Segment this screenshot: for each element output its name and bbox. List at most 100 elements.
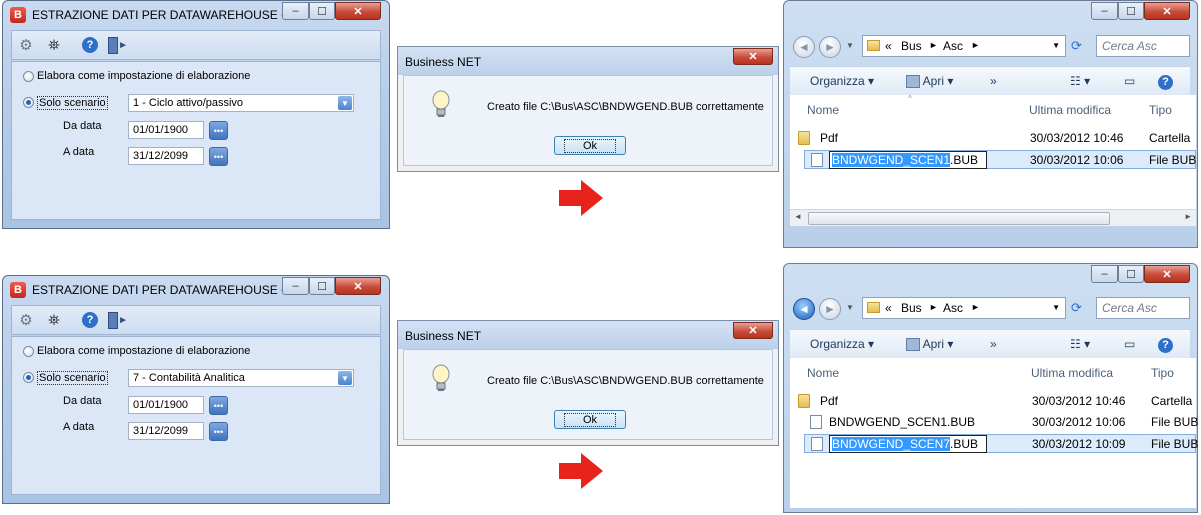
da-data-field[interactable]: 01/01/1900	[128, 396, 204, 414]
option-scenario-radio[interactable]	[23, 97, 34, 108]
column-header-name[interactable]: Nome	[807, 366, 839, 380]
refresh-icon[interactable]: ⟳	[1071, 38, 1082, 54]
help-icon[interactable]: ?	[1158, 74, 1173, 90]
list-item-selected[interactable]: BNDWGEND_SCEN1.BUB 30/03/2012 10:06 File…	[804, 150, 1196, 169]
search-input[interactable]: Cerca Asc	[1096, 35, 1190, 57]
minimize-button[interactable]: –	[1091, 2, 1118, 20]
close-button[interactable]: ✕	[733, 322, 773, 339]
path-overflow[interactable]: «	[885, 301, 892, 315]
scroll-right-icon[interactable]: ►	[1184, 212, 1192, 221]
maximize-button[interactable]: ☐	[1118, 2, 1144, 20]
help-icon[interactable]: ?	[1158, 337, 1173, 353]
help-icon[interactable]: ?	[80, 310, 100, 330]
a-data-field[interactable]: 31/12/2099	[128, 422, 204, 440]
option-elabora-radio[interactable]	[23, 71, 34, 82]
history-dropdown-icon[interactable]: ▼	[846, 303, 854, 312]
column-header-type[interactable]: Tipo	[1149, 103, 1172, 117]
help-icon[interactable]: ?	[80, 35, 100, 55]
chevron-down-icon[interactable]: ▼	[1052, 41, 1060, 50]
path-separator-icon[interactable]: ►	[971, 40, 980, 50]
maximize-button[interactable]: ☐	[309, 277, 335, 295]
ok-button[interactable]: Ok	[554, 136, 626, 155]
path-segment-bus[interactable]: Bus	[901, 39, 922, 53]
ok-button[interactable]: Ok	[554, 410, 626, 429]
column-header-name[interactable]: Nome	[807, 103, 839, 117]
scenario-select[interactable]: 7 - Contabilità Analitica ▼	[128, 369, 354, 387]
dialog-message: Creato file C:\Bus\ASC\BNDWGEND.BUB corr…	[487, 375, 764, 387]
da-data-field[interactable]: 01/01/1900	[128, 121, 204, 139]
path-segment-asc[interactable]: Asc	[943, 301, 963, 315]
organize-menu[interactable]: Organizza ▾	[810, 337, 874, 351]
exit-door-icon[interactable]: ►	[108, 35, 128, 55]
close-button[interactable]: ✕	[733, 48, 773, 65]
calendar-picker-button[interactable]: •••	[209, 422, 228, 441]
rename-selection: BNDWGEND_SCEN1	[832, 153, 951, 167]
scenario-select[interactable]: 1 - Ciclo attivo/passivo ▼	[128, 94, 354, 112]
path-separator-icon[interactable]: ►	[971, 302, 980, 312]
gear-icon[interactable]: ⚙	[16, 310, 36, 330]
a-data-field[interactable]: 31/12/2099	[128, 147, 204, 165]
history-dropdown-icon[interactable]: ▼	[846, 41, 854, 50]
list-item[interactable]: BNDWGEND_SCEN1.BUB 30/03/2012 10:06 File…	[790, 413, 1198, 432]
organize-menu[interactable]: Organizza ▾	[810, 74, 874, 88]
close-button[interactable]: ✕	[335, 2, 381, 20]
list-item-selected[interactable]: BNDWGEND_SCEN7.BUB 30/03/2012 10:09 File…	[804, 434, 1198, 453]
path-segment-bus[interactable]: Bus	[901, 301, 922, 315]
maximize-button[interactable]: ☐	[309, 2, 335, 20]
column-header-type[interactable]: Tipo	[1151, 366, 1174, 380]
back-button[interactable]: ◄	[793, 298, 815, 320]
list-item[interactable]: Pdf 30/03/2012 10:46 Cartella	[790, 392, 1196, 411]
address-bar[interactable]: « Bus ► Asc ► ▼	[862, 35, 1066, 57]
search-input[interactable]: Cerca Asc	[1096, 297, 1190, 319]
path-overflow[interactable]: «	[885, 39, 892, 53]
more-commands-button[interactable]: »	[990, 74, 997, 88]
window-title: ESTRAZIONE DATI PER DATAWAREHOUSE <...	[32, 8, 299, 22]
horizontal-scrollbar[interactable]: ◄ ►	[790, 209, 1196, 226]
close-button[interactable]: ✕	[335, 277, 381, 295]
file-name: BNDWGEND_SCEN1.BUB	[829, 415, 976, 429]
preview-pane-icon[interactable]: ▭	[1124, 74, 1135, 88]
rename-input[interactable]: BNDWGEND_SCEN1.BUB	[829, 151, 987, 169]
path-separator-icon[interactable]: ►	[929, 302, 938, 312]
column-header-modified[interactable]: Ultima modifica	[1029, 103, 1111, 117]
file-type: Cartella	[1151, 394, 1193, 408]
address-bar[interactable]: « Bus ► Asc ► ▼	[862, 297, 1066, 319]
gear-icon[interactable]: ⚙	[16, 35, 36, 55]
path-separator-icon[interactable]: ►	[929, 40, 938, 50]
calendar-picker-button[interactable]: •••	[209, 147, 228, 166]
chevron-down-icon[interactable]: ▼	[338, 371, 352, 385]
open-menu[interactable]: Apri ▾	[906, 337, 953, 352]
scroll-left-icon[interactable]: ◄	[794, 212, 802, 221]
more-commands-button[interactable]: »	[990, 337, 997, 351]
forward-button[interactable]: ►	[819, 36, 841, 58]
option-scenario-radio[interactable]	[23, 372, 34, 383]
file-date: 30/03/2012 10:06	[1032, 415, 1126, 429]
path-segment-asc[interactable]: Asc	[943, 39, 963, 53]
view-options-icon[interactable]: ☷ ▾	[1070, 337, 1090, 351]
open-menu[interactable]: Apri ▾	[906, 74, 953, 89]
minimize-button[interactable]: –	[1091, 265, 1118, 283]
chevron-down-icon[interactable]: ▼	[338, 96, 352, 110]
binoculars-icon[interactable]: ⛯	[44, 310, 64, 330]
close-button[interactable]: ✕	[1144, 265, 1190, 283]
calendar-picker-button[interactable]: •••	[209, 121, 228, 140]
lightbulb-icon	[432, 90, 450, 117]
view-options-icon[interactable]: ☷ ▾	[1070, 74, 1090, 88]
binoculars-icon[interactable]: ⛯	[44, 35, 64, 55]
list-item[interactable]: Pdf 30/03/2012 10:46 Cartella	[790, 129, 1196, 148]
option-elabora-radio[interactable]	[23, 346, 34, 357]
scroll-thumb[interactable]	[808, 212, 1110, 225]
maximize-button[interactable]: ☐	[1118, 265, 1144, 283]
calendar-picker-button[interactable]: •••	[209, 396, 228, 415]
minimize-button[interactable]: –	[282, 277, 309, 295]
close-button[interactable]: ✕	[1144, 2, 1190, 20]
exit-door-icon[interactable]: ►	[108, 310, 128, 330]
rename-input[interactable]: BNDWGEND_SCEN7.BUB	[829, 435, 987, 453]
chevron-down-icon[interactable]: ▼	[1052, 303, 1060, 312]
forward-button[interactable]: ►	[819, 298, 841, 320]
preview-pane-icon[interactable]: ▭	[1124, 337, 1135, 351]
column-header-modified[interactable]: Ultima modifica	[1031, 366, 1113, 380]
minimize-button[interactable]: –	[282, 2, 309, 20]
back-button[interactable]: ◄	[793, 36, 815, 58]
refresh-icon[interactable]: ⟳	[1071, 300, 1082, 316]
